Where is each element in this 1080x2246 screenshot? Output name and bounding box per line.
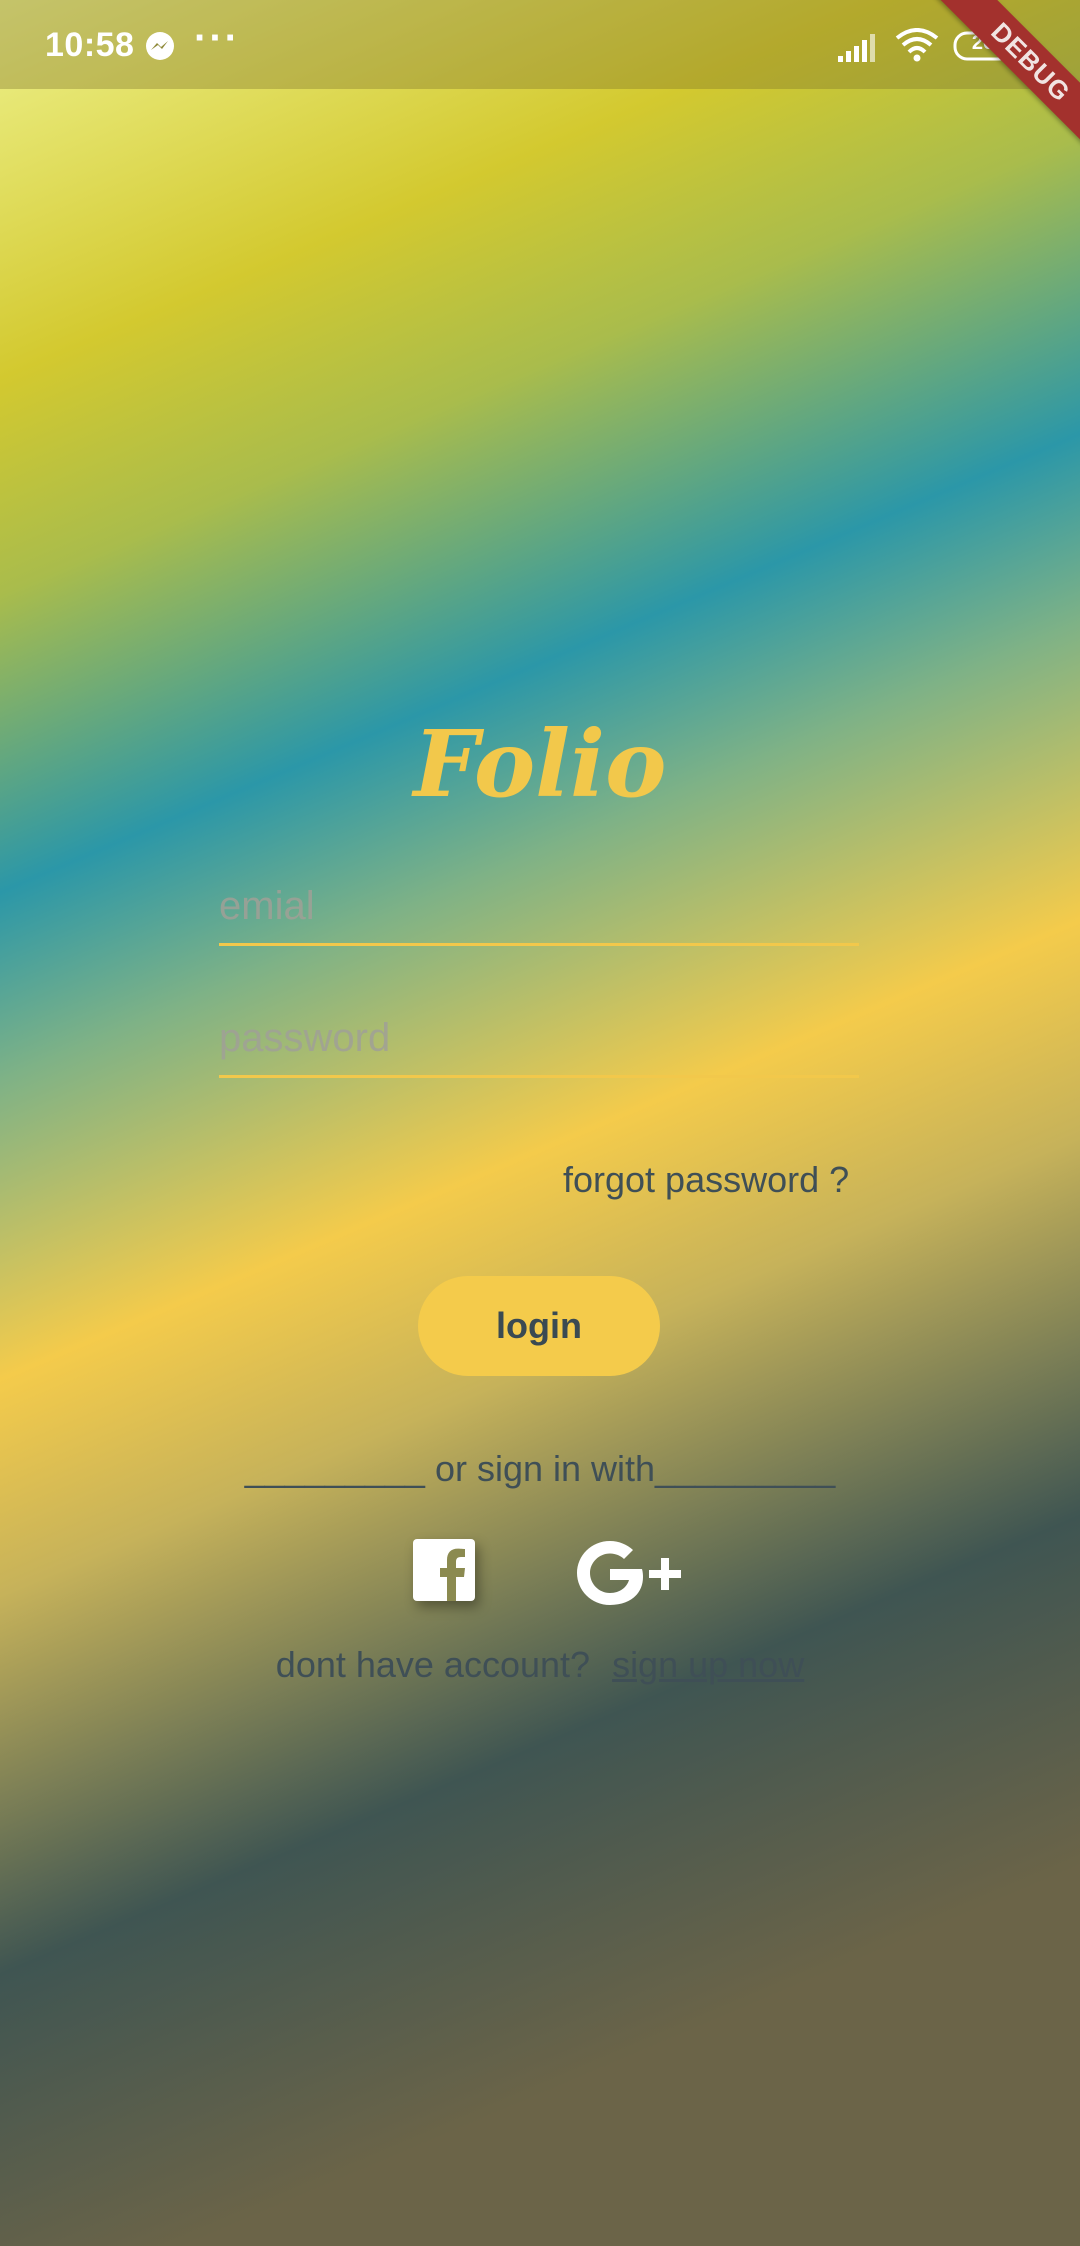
google-plus-icon[interactable] [575,1538,687,1608]
password-field[interactable] [219,1005,859,1078]
social-divider-text: _________ or sign in with_________ [244,1448,836,1489]
status-time: 10:58 [45,26,135,64]
signal-icon [838,34,875,62]
messenger-icon [146,32,174,60]
wifi-icon [895,28,939,62]
password-input[interactable] [219,1005,859,1071]
signup-row: dont have account? sign up now [0,1644,1080,1686]
forgot-password-link[interactable]: forgot password ? [563,1159,849,1201]
signup-prompt: dont have account? [275,1644,591,1685]
gradient-background [0,0,1080,2246]
status-bar: 10:58 ··· 26 [0,0,1080,89]
email-field[interactable] [219,873,859,946]
facebook-icon[interactable] [413,1539,475,1601]
sign-up-link[interactable]: sign up now [612,1644,804,1685]
login-button[interactable]: login [418,1276,660,1376]
email-input[interactable] [219,873,859,939]
more-notifications-icon: ··· [194,16,240,60]
app-logo: Folio [413,710,667,818]
